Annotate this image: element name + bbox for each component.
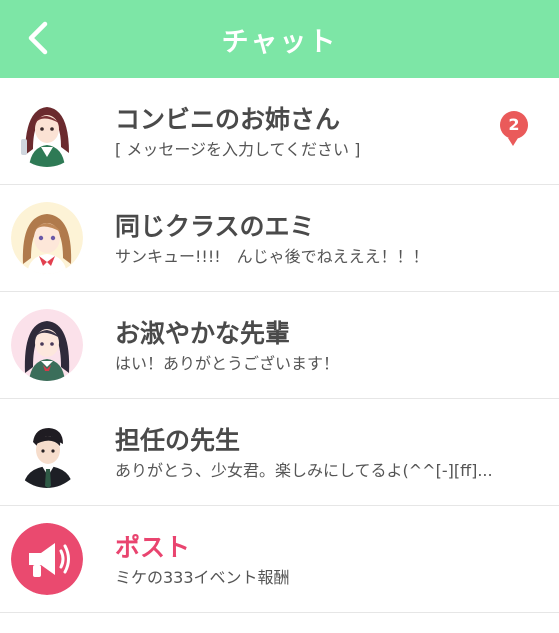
chat-screen: チャット コンビニのお姉さん [ メッセージを入力してください ] 2 同じクラ… (0, 0, 559, 633)
avatar (11, 95, 83, 167)
chat-preview: ミケの333イベント報酬 (115, 567, 290, 587)
chat-preview: サンキュー!!!! んじゃ後でねえええ！！！ (115, 246, 429, 266)
avatar (11, 309, 83, 381)
chat-text: 担任の先生 ありがとう、少女君。楽しみにしてるよ(^^[-][ff]... (115, 425, 559, 480)
chat-name: 同じクラスのエミ (115, 211, 315, 241)
chat-name: コンビニのお姉さん (115, 104, 341, 134)
megaphone-icon (11, 523, 83, 595)
chat-preview: はい！ありがとうございます！ (115, 353, 340, 373)
back-button[interactable] (14, 14, 62, 62)
chat-item-senpai[interactable]: お淑やかな先輩 はい！ありがとうございます！ (0, 292, 559, 399)
chat-name: お淑やかな先輩 (115, 318, 291, 348)
chat-text: コンビニのお姉さん [ メッセージを入力してください ] (115, 104, 559, 159)
chat-list: コンビニのお姉さん [ メッセージを入力してください ] 2 同じクラスのエミ (0, 78, 559, 613)
chat-name: ポスト (115, 532, 191, 562)
avatar (11, 202, 83, 274)
chat-preview: ありがとう、少女君。楽しみにしてるよ(^^[-][ff]... (115, 460, 493, 480)
app-header: チャット (0, 0, 559, 78)
chat-item-emi[interactable]: 同じクラスのエミ サンキュー!!!! んじゃ後でねえええ！！！ (0, 185, 559, 292)
chat-item-konbini[interactable]: コンビニのお姉さん [ メッセージを入力してください ] 2 (0, 78, 559, 185)
chat-name: 担任の先生 (115, 425, 241, 455)
page-title: チャット (221, 26, 338, 58)
chat-text: 同じクラスのエミ サンキュー!!!! んじゃ後でねえええ！！！ (115, 211, 559, 266)
chevron-left-icon (28, 21, 48, 55)
unread-badge: 2 (500, 111, 528, 146)
chat-item-post[interactable]: ポスト ミケの333イベント報酬 (0, 506, 559, 613)
chat-text: お淑やかな先輩 はい！ありがとうございます！ (115, 318, 559, 373)
chat-text: ポスト ミケの333イベント報酬 (115, 532, 559, 587)
avatar (11, 416, 83, 488)
chat-preview: [ メッセージを入力してください ] (115, 139, 361, 159)
chat-item-teacher[interactable]: 担任の先生 ありがとう、少女君。楽しみにしてるよ(^^[-][ff]... (0, 399, 559, 506)
